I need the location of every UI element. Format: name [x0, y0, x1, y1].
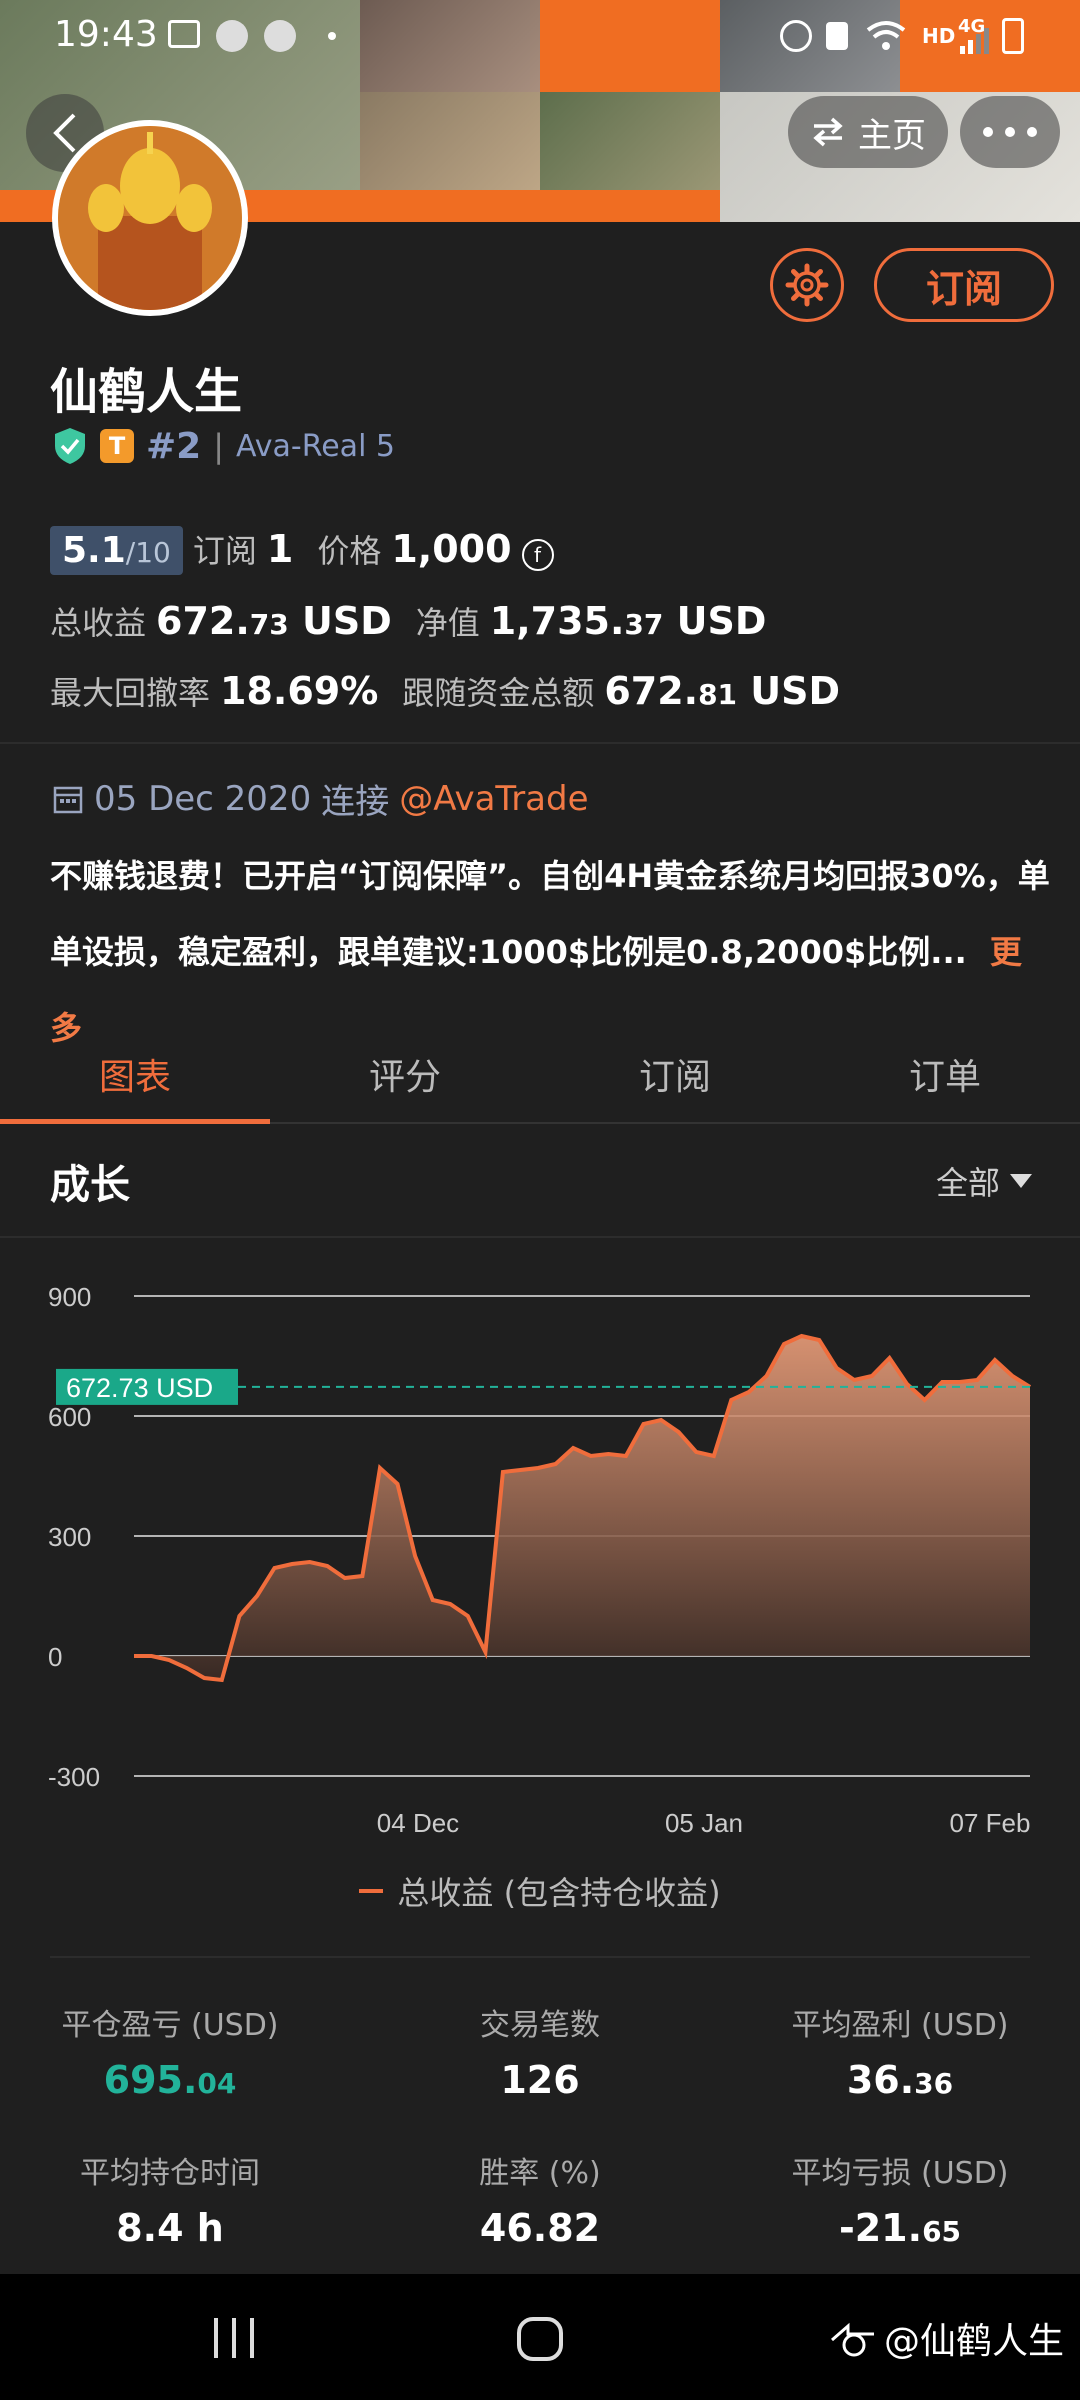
recent-apps-icon[interactable]: [212, 2318, 256, 2358]
metric-avg-hold-time: 平均持仓时间 8.4 h: [80, 2156, 260, 2250]
status-bar: 19:43 HD 4G: [0, 0, 1080, 70]
range-value: 全部: [935, 1164, 1000, 1202]
metrics-grid: 平仓盈亏 (USD) 695.04 交易笔数 126 平均盈利 (USD) 36…: [50, 1956, 1030, 2250]
home-label: 主页: [858, 115, 926, 156]
more-dots-icon: [983, 127, 1037, 137]
price-value: 1,000: [391, 527, 512, 571]
metric-win-rate: 胜率 (%) 46.82: [479, 2156, 601, 2250]
connected-label: 连接: [321, 782, 390, 822]
y-tick-label: 900: [48, 1282, 91, 1312]
range-dropdown[interactable]: 全部: [936, 1158, 1032, 1204]
net-value-label: 净值: [415, 604, 480, 642]
total-profit-label: 总收益: [50, 604, 147, 642]
tab-chart[interactable]: 图表: [0, 1026, 270, 1124]
caret-down-icon: [1010, 1174, 1032, 1188]
watermark-text: @仙鹤人生: [883, 2321, 1064, 2362]
total-profit-value: 672.73 USD: [156, 599, 392, 643]
tab-orders[interactable]: 订单: [810, 1026, 1080, 1122]
watermark: @仙鹤人生: [828, 2312, 1064, 2364]
x-tick-label: 07 Feb: [950, 1808, 1031, 1838]
score-value: 5.1: [62, 530, 126, 571]
divider: [0, 742, 1080, 744]
settings-button[interactable]: [770, 248, 844, 322]
network-label: HD: [922, 24, 956, 48]
max-drawdown-value: 18.69%: [220, 669, 379, 713]
subscribe-button[interactable]: 订阅: [874, 248, 1054, 322]
avatar-church-image: [58, 126, 242, 310]
current-value-tag: 672.73 USD: [56, 1368, 238, 1405]
follower-funds-label: 跟随资金总额: [402, 674, 595, 712]
gallery-icon: [168, 20, 200, 48]
y-tick-label: 600: [48, 1402, 91, 1432]
home-nav-icon[interactable]: [516, 2316, 564, 2362]
lock-icon: [826, 22, 848, 50]
calendar-icon: [53, 786, 83, 813]
score-badge: 5.1/10: [50, 526, 183, 575]
rank-label: #2: [146, 425, 202, 467]
subscriptions-label: 订阅: [192, 532, 257, 570]
y-tick-label: -300: [48, 1762, 100, 1792]
x-tick-label: 05 Jan: [665, 1808, 743, 1838]
check-app-icon: [216, 20, 248, 52]
legend-label: 总收益 (包含持仓收益): [397, 1874, 721, 1912]
net-value-value: 1,735.37 USD: [489, 599, 767, 643]
chart-legend: 总收益 (包含持仓收益): [0, 1868, 1080, 1914]
swap-icon: [813, 117, 843, 147]
alarm-icon: [780, 20, 812, 52]
price-label: 价格: [317, 532, 382, 570]
check-app-icon: [264, 20, 296, 52]
dot-icon: [328, 32, 336, 40]
home-button[interactable]: 主页: [788, 96, 948, 168]
connected-date: 05 Dec 2020: [94, 778, 312, 819]
y-tick-label: 0: [48, 1642, 62, 1672]
growth-chart: 672.73 USD 900 600 300 0 -300 04 Dec 05 Jan 07…: [48, 1282, 1032, 1838]
legend-swatch: [359, 1889, 384, 1893]
growth-title: 成长: [50, 1162, 130, 1208]
broker-link[interactable]: @AvaTrade: [399, 779, 588, 819]
score-row: 5.1/10 订阅 1 价格 1,000 f: [50, 526, 554, 575]
account-label: Ava-Real 5: [236, 428, 396, 464]
drawdown-row: 最大回撤率 18.69% 跟随资金总额 672.81 USD: [50, 668, 840, 714]
tab-subscription[interactable]: 订阅: [540, 1026, 810, 1122]
metric-trades: 交易笔数 126: [480, 2008, 600, 2102]
metric-closed-pnl: 平仓盈亏 (USD) 695.04: [61, 2008, 279, 2102]
divider: [0, 1236, 1080, 1238]
trader-badge-icon: T: [100, 429, 134, 463]
current-value-tag-text: 672.73 USD: [66, 1373, 213, 1403]
weibo-logo-icon: [830, 2322, 874, 2357]
avatar: [52, 120, 248, 316]
tab-bar: 图表 评分 订阅 订单: [0, 1026, 1080, 1124]
follower-funds-value: 672.81 USD: [604, 669, 841, 713]
max-drawdown-label: 最大回撤率: [50, 674, 211, 712]
coin-icon: f: [521, 539, 554, 571]
signal-icon: [960, 28, 989, 54]
connection-row: 05 Dec 2020 连接 @AvaTrade: [52, 774, 589, 823]
wifi-icon: [866, 21, 906, 50]
tab-rating[interactable]: 评分: [270, 1026, 540, 1122]
separator: |: [213, 427, 224, 465]
x-tick-label: 04 Dec: [377, 1808, 459, 1838]
status-time: 19:43: [54, 14, 158, 55]
profit-row: 总收益 672.73 USD 净值 1,735.37 USD: [50, 598, 766, 644]
chevron-left-icon: [53, 113, 76, 153]
metric-avg-loss: 平均亏损 (USD) -21.65: [791, 2156, 1009, 2250]
metric-avg-profit: 平均盈利 (USD) 36.36: [791, 2008, 1009, 2102]
profile-name: 仙鹤人生: [50, 364, 243, 420]
score-max: /10: [125, 536, 171, 569]
more-options-button[interactable]: [960, 96, 1060, 168]
badge-row: T #2 | Ava-Real 5: [52, 424, 395, 468]
subscriptions-value: 1: [266, 527, 294, 571]
verified-shield-icon: [55, 428, 85, 464]
battery-icon: [1002, 18, 1024, 54]
gear-icon: [785, 263, 829, 307]
y-tick-label: 300: [48, 1522, 91, 1552]
description-text: 不赚钱退费！已开启“订阅保障”。自创4H黄金系统月均回报30%，单单设损，稳定盈…: [50, 857, 1050, 971]
